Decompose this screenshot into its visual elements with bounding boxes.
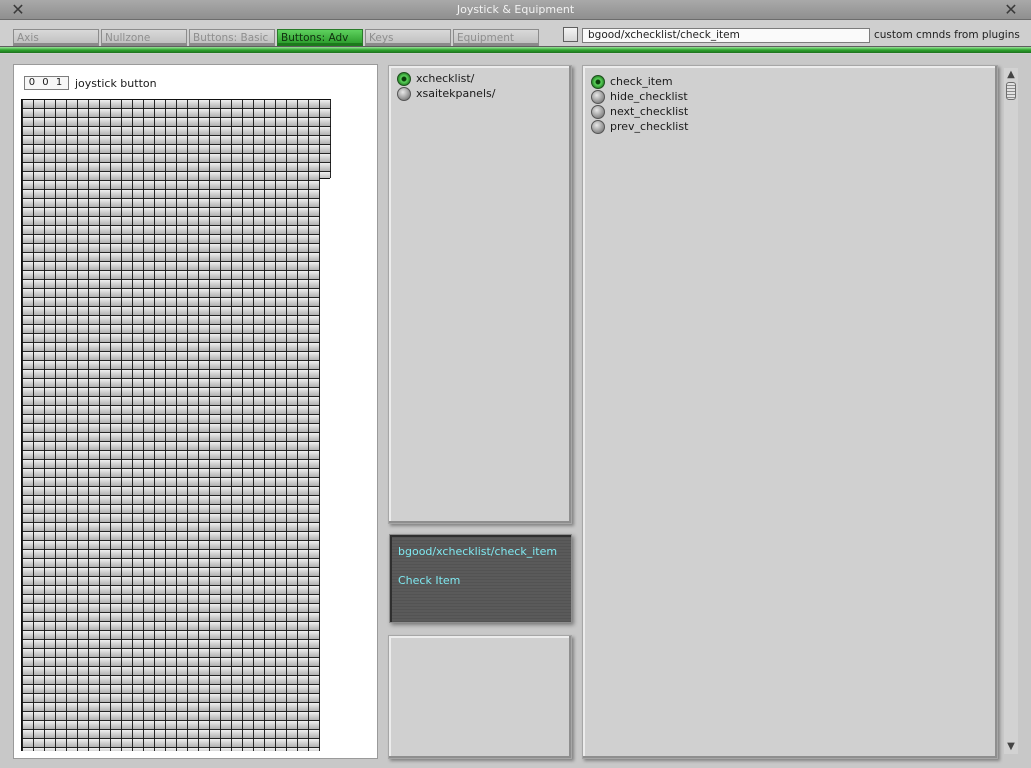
radio-icon[interactable] xyxy=(591,105,605,119)
grid-edge xyxy=(320,178,332,752)
joystick-button-label: joystick button xyxy=(75,77,157,90)
assigned-commands-panel xyxy=(388,635,572,759)
grid-edge-line xyxy=(319,178,330,179)
title-bar: ✕ Joystick & Equipment ✕ xyxy=(0,0,1031,20)
folder-label: xchecklist/ xyxy=(416,72,475,85)
close-icon[interactable]: ✕ xyxy=(1003,2,1019,18)
radio-icon[interactable] xyxy=(397,87,411,101)
radio-icon[interactable] xyxy=(591,90,605,104)
radio-selected-icon[interactable] xyxy=(397,72,411,86)
scroll-thumb[interactable] xyxy=(1006,82,1016,100)
tab-axis[interactable]: Axis xyxy=(13,29,99,46)
scroll-down-icon[interactable]: ▼ xyxy=(1004,740,1018,754)
command-label: prev_checklist xyxy=(610,120,689,133)
joystick-button-grid[interactable] xyxy=(21,99,331,751)
tab-buttons-adv[interactable]: Buttons: Adv xyxy=(277,29,363,46)
radio-icon[interactable] xyxy=(591,120,605,134)
command-path: bgood/xchecklist/check_item xyxy=(398,545,558,558)
radio-selected-icon[interactable] xyxy=(591,75,605,89)
custom-commands-checkbox[interactable] xyxy=(563,27,578,42)
command-description: Check Item xyxy=(398,574,461,587)
tab-divider xyxy=(0,46,1031,53)
tab-equipment[interactable]: Equipment xyxy=(453,29,539,46)
command-info-panel: bgood/xchecklist/check_item Check Item xyxy=(389,534,572,623)
folder-label: xsaitekpanels/ xyxy=(416,87,496,100)
command-label: next_checklist xyxy=(610,105,689,118)
command-search-input[interactable]: bgood/xchecklist/check_item xyxy=(582,28,870,43)
scroll-up-icon[interactable]: ▲ xyxy=(1004,68,1018,82)
tab-keys[interactable]: Keys xyxy=(365,29,451,46)
command-list-panel: check_item hide_checklist next_checklist… xyxy=(582,65,998,759)
folder-list-panel: xchecklist/ xsaitekpanels/ xyxy=(388,65,572,524)
command-list-scrollbar[interactable]: ▲ ▼ xyxy=(1004,68,1018,754)
joystick-button-number: 0 0 1 xyxy=(24,76,69,90)
command-label: hide_checklist xyxy=(610,90,688,103)
window-title: Joystick & Equipment xyxy=(456,3,575,16)
custom-commands-label: custom cmnds from plugins xyxy=(874,29,1020,41)
tab-nullzone[interactable]: Nullzone xyxy=(101,29,187,46)
command-label: check_item xyxy=(610,75,673,88)
tab-buttons-basic[interactable]: Buttons: Basic xyxy=(189,29,275,46)
